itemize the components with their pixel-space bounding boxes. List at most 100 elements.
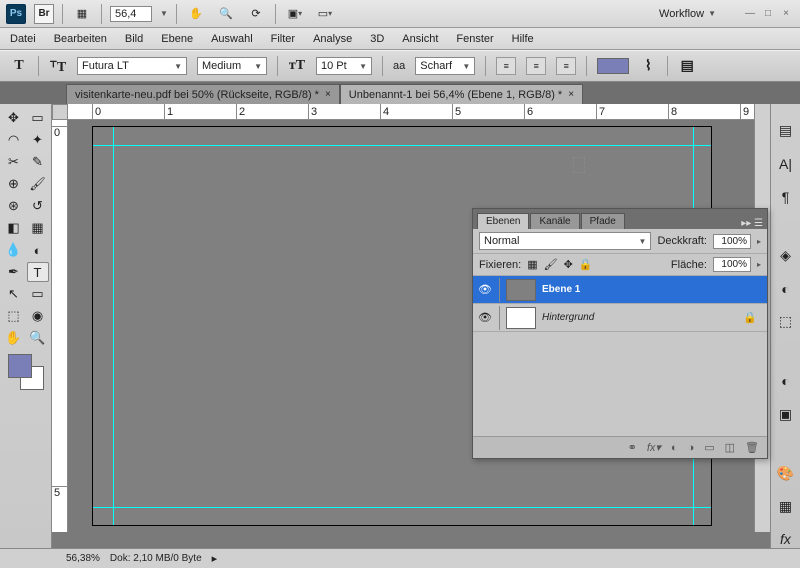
arrange-icon[interactable]: ▣▾ <box>284 3 306 25</box>
menu-filter[interactable]: Filter <box>271 33 295 45</box>
eraser-tool[interactable]: ◧ <box>3 218 25 238</box>
blur-tool[interactable]: 💧 <box>3 240 25 260</box>
menu-hilfe[interactable]: Hilfe <box>512 33 534 45</box>
visibility-icon[interactable]: 👁 <box>477 311 493 324</box>
align-left-button[interactable]: ≡ <box>496 57 516 75</box>
align-center-button[interactable]: ≡ <box>526 57 546 75</box>
visibility-icon[interactable]: 👁 <box>477 283 493 296</box>
film-icon[interactable]: ▦ <box>71 3 93 25</box>
fill-slider-icon[interactable]: ▸ <box>757 260 761 269</box>
tab-unbenannt[interactable]: Unbenannt-1 bei 56,4% (Ebene 1, RGB/8) *… <box>340 84 583 104</box>
lock-transparent-icon[interactable]: ▦ <box>527 258 537 271</box>
menu-datei[interactable]: Datei <box>10 33 36 45</box>
layer-name[interactable]: Hintergrund <box>542 312 594 323</box>
link-icon[interactable]: ⚭ <box>628 441 637 454</box>
align-right-button[interactable]: ≡ <box>556 57 576 75</box>
menu-bild[interactable]: Bild <box>125 33 143 45</box>
lock-pixels-icon[interactable]: 🖌 <box>544 258 558 271</box>
fill-input[interactable]: 100% <box>713 257 751 272</box>
3d-camera-tool[interactable]: ◉ <box>27 306 49 326</box>
hand-icon[interactable]: ✋ <box>185 3 207 25</box>
layer-row[interactable]: 👁 Hintergrund 🔒 <box>473 304 767 332</box>
paragraph-icon[interactable]: ¶ <box>776 188 796 205</box>
font-weight-select[interactable]: Medium▼ <box>197 57 267 75</box>
crop-tool[interactable]: ✂ <box>3 152 25 172</box>
ruler-horizontal[interactable]: 0 1 2 3 4 5 6 7 8 9 <box>68 104 754 120</box>
status-menu-icon[interactable]: ▸ <box>212 552 218 565</box>
history-brush-tool[interactable]: ↺ <box>27 196 49 216</box>
blend-mode-select[interactable]: Normal▼ <box>479 232 651 250</box>
channels-icon[interactable]: ◐ <box>776 280 796 297</box>
menu-bearbeiten[interactable]: Bearbeiten <box>54 33 107 45</box>
minimize-button[interactable]: — <box>742 7 758 21</box>
type-tool[interactable]: T <box>27 262 49 282</box>
orientation-icon[interactable]: ⸆T <box>49 57 67 75</box>
hand-tool[interactable]: ✋ <box>3 328 25 348</box>
ruler-vertical[interactable]: 0 5 <box>52 120 68 532</box>
brushes-icon[interactable]: ▤ <box>776 122 796 139</box>
pen-tool[interactable]: ✒ <box>3 262 25 282</box>
tab-kanaele[interactable]: Kanäle <box>530 213 579 229</box>
menu-analyse[interactable]: Analyse <box>313 33 352 45</box>
maximize-button[interactable]: □ <box>760 7 776 21</box>
fx-icon[interactable]: fx▾ <box>647 441 661 454</box>
mask-icon[interactable]: ◐ <box>671 442 678 454</box>
panel-menu-icon[interactable]: ▸▸ ☰ <box>741 218 763 229</box>
stamp-tool[interactable]: ⊛ <box>3 196 25 216</box>
tab-ebenen[interactable]: Ebenen <box>477 213 529 229</box>
bridge-icon[interactable]: Br <box>34 4 54 24</box>
heal-tool[interactable]: ⊕ <box>3 174 25 194</box>
menu-auswahl[interactable]: Auswahl <box>211 33 253 45</box>
opacity-input[interactable]: 100% <box>713 234 751 249</box>
gradient-tool[interactable]: ▦ <box>27 218 49 238</box>
zoom-tool[interactable]: 🔍 <box>27 328 49 348</box>
font-family-select[interactable]: Futura LT▼ <box>77 57 187 75</box>
screen-mode-icon[interactable]: ▭▾ <box>314 3 336 25</box>
status-zoom[interactable]: 56,38% <box>66 553 100 564</box>
lasso-tool[interactable]: ◠ <box>3 130 25 150</box>
close-button[interactable]: × <box>778 7 794 21</box>
group-icon[interactable]: ▭ <box>704 441 714 454</box>
color-icon[interactable]: 🎨 <box>776 465 796 482</box>
text-color-swatch[interactable] <box>597 58 629 74</box>
shape-tool[interactable]: ▭ <box>27 284 49 304</box>
marquee-tool[interactable]: ▭ <box>27 108 49 128</box>
menu-3d[interactable]: 3D <box>370 33 384 45</box>
3d-tool[interactable]: ⬚ <box>3 306 25 326</box>
rotate-icon[interactable]: ⟳ <box>245 3 267 25</box>
wand-tool[interactable]: ✦ <box>27 130 49 150</box>
eyedropper-tool[interactable]: ✎ <box>27 152 49 172</box>
layers-icon[interactable]: ◈ <box>776 247 796 264</box>
status-doc[interactable]: Dok: 2,10 MB/0 Byte <box>110 553 202 564</box>
swatches-icon[interactable]: ▦ <box>776 498 796 515</box>
layer-thumb[interactable] <box>506 307 536 329</box>
layer-row[interactable]: 👁 Ebene 1 <box>473 276 767 304</box>
layer-name[interactable]: Ebene 1 <box>542 284 580 295</box>
menu-ansicht[interactable]: Ansicht <box>402 33 438 45</box>
tab-visitenkarte[interactable]: visitenkarte-neu.pdf bei 50% (Rückseite,… <box>66 84 340 104</box>
delete-icon[interactable]: 🗑 <box>745 441 759 454</box>
adjustment-icon[interactable]: ◑ <box>688 442 695 454</box>
new-layer-icon[interactable]: ◫ <box>725 441 735 454</box>
styles-icon[interactable]: ▣ <box>776 406 796 423</box>
opacity-slider-icon[interactable]: ▸ <box>757 237 761 246</box>
tool-preset-icon[interactable]: T <box>10 57 28 75</box>
paths-icon[interactable]: ⬚ <box>776 313 796 330</box>
workspace-switcher[interactable]: Workflow ▼ <box>651 6 724 22</box>
lock-position-icon[interactable]: ✥ <box>564 258 573 271</box>
path-select-tool[interactable]: ↖ <box>3 284 25 304</box>
brush-tool[interactable]: 🖌 <box>27 174 49 194</box>
antialias-select[interactable]: Scharf▼ <box>415 57 475 75</box>
character-icon[interactable]: A| <box>776 155 796 172</box>
close-icon[interactable]: × <box>325 89 331 100</box>
photoshop-icon[interactable]: Ps <box>6 4 26 24</box>
menu-ebene[interactable]: Ebene <box>161 33 193 45</box>
actions-icon[interactable]: fx <box>776 531 796 548</box>
close-icon[interactable]: × <box>568 89 574 100</box>
lock-all-icon[interactable]: 🔒 <box>579 258 593 271</box>
character-panel-icon[interactable]: ▤ <box>678 57 696 75</box>
move-tool[interactable]: ✥ <box>3 108 25 128</box>
dodge-tool[interactable]: ◐ <box>27 240 49 260</box>
layer-thumb[interactable] <box>506 279 536 301</box>
ruler-origin[interactable] <box>52 104 68 120</box>
